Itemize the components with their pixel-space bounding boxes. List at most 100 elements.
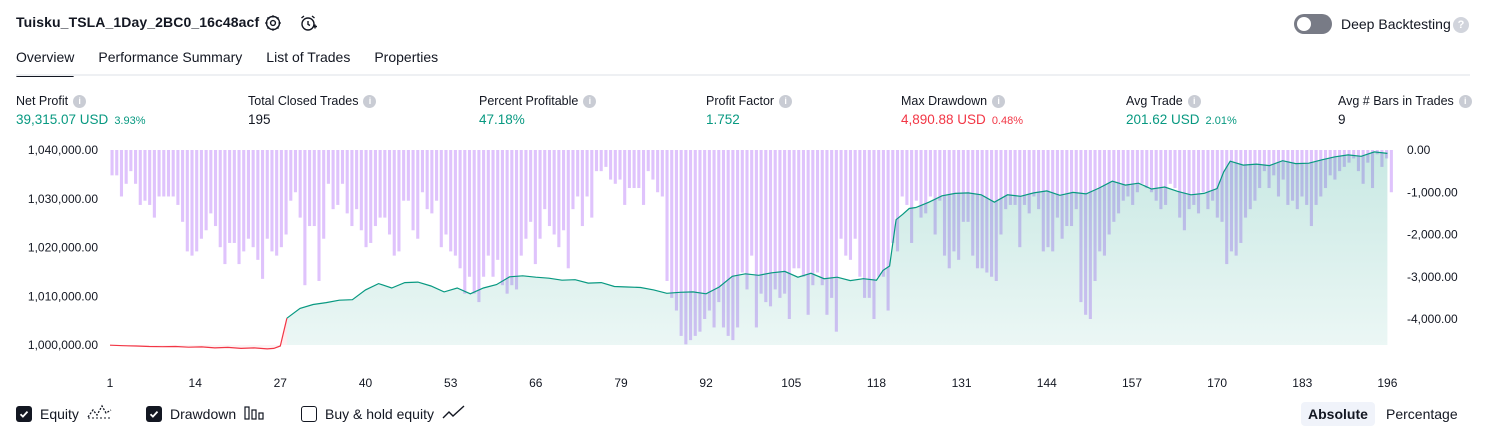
x-axis-tick-label: 183 [1292, 376, 1312, 390]
drawdown-bar [279, 150, 283, 248]
drawdown-bar [627, 150, 631, 189]
drawdown-bar [176, 150, 180, 205]
drawdown-bar [674, 150, 678, 311]
legend-buy-hold-equity[interactable]: Buy & hold equity [301, 404, 466, 423]
drawdown-bar [162, 150, 166, 197]
scale-absolute-button[interactable]: Absolute [1301, 402, 1375, 426]
drawdown-bar [848, 150, 853, 260]
x-axis-tick-label: 53 [444, 376, 458, 390]
drawdown-bar [914, 150, 918, 201]
metric-value: 9 [1338, 112, 1346, 127]
x-axis-tick-label: 118 [867, 376, 886, 390]
info-icon[interactable]: i [73, 94, 87, 108]
drawdown-bar [900, 150, 904, 197]
drawdown-bar [284, 150, 288, 235]
drawdown-bar [364, 150, 368, 248]
drawdown-bar [482, 150, 486, 277]
drawdown-bar [115, 150, 119, 176]
drawdown-bar [580, 150, 584, 227]
drawdown-bar [571, 150, 575, 210]
checkbox-checked-icon[interactable] [16, 405, 32, 422]
alarm-clock-plus-icon[interactable] [298, 13, 318, 33]
legend-equity[interactable]: Equity [16, 404, 113, 423]
deep-backtesting-toggle[interactable] [1294, 14, 1332, 34]
drawdown-bar [801, 150, 805, 277]
x-axis-tick-label: 1 [107, 376, 114, 390]
info-icon[interactable]: i [992, 94, 1006, 108]
metric-value: 39,315.07 USD [16, 112, 109, 127]
deep-backtesting-label: Deep Backtesting [1341, 16, 1451, 32]
drawdown-bar [1173, 150, 1177, 189]
drawdown-bar [792, 150, 796, 269]
metric-percent-profitable: Percent Profitable i 47.18% [479, 94, 597, 127]
drawdown-bar [1168, 150, 1172, 184]
tab-properties[interactable]: Properties [374, 49, 438, 75]
drawdown-bar [566, 150, 570, 269]
scale-percentage-button[interactable]: Percentage [1379, 402, 1465, 426]
gear-icon[interactable] [263, 13, 283, 33]
drawdown-bar [289, 150, 293, 201]
drawdown-bar [660, 150, 664, 197]
drawdown-bar [246, 150, 250, 239]
drawdown-bar [867, 150, 871, 298]
metric-net-profit: Net Profit i 39,315.07 USD 3.93% [16, 94, 146, 127]
drawdown-bar [340, 150, 345, 184]
metric-label: Percent Profitable [479, 94, 579, 108]
drawdown-bar [124, 150, 128, 184]
drawdown-bar [891, 150, 895, 243]
drawdown-bar [209, 150, 213, 214]
drawdown-bar [844, 150, 848, 256]
x-axis-tick-label: 170 [1207, 376, 1227, 390]
drawdown-bar [651, 150, 655, 180]
metric-value: 195 [248, 112, 271, 127]
x-axis-tick-label: 131 [952, 376, 972, 390]
drawdown-bar [157, 150, 161, 197]
help-icon[interactable]: ? [1453, 17, 1469, 33]
drawdown-bar [387, 150, 392, 235]
drawdown-bar [477, 150, 481, 303]
info-icon[interactable]: i [1187, 94, 1201, 108]
info-icon[interactable]: i [583, 94, 597, 108]
drawdown-bar [293, 150, 298, 193]
equity-drawdown-chart[interactable]: 1,040,000.00 1,030,000.00 1,020,000.00 1,01… [0, 138, 1486, 394]
x-axis: 1 14 27 40 53 66 79 92 105 118 131 144 157 170 183 196 [107, 376, 1398, 390]
drawdown-bar [251, 150, 255, 248]
drawdown-bar [820, 150, 824, 286]
info-icon[interactable]: i [1458, 94, 1472, 108]
drawdown-bar [265, 150, 269, 239]
drawdown-bar [750, 150, 754, 256]
tab-performance-summary[interactable]: Performance Summary [98, 49, 242, 75]
drawdown-bar [326, 150, 330, 184]
info-icon[interactable]: i [363, 94, 377, 108]
right-axis-tick-label: -1,000.00 [1407, 185, 1458, 199]
checkbox-checked-icon[interactable] [146, 405, 162, 422]
drawdown-bar [270, 150, 274, 252]
drawdown-bar [190, 150, 194, 256]
legend-drawdown[interactable]: Drawdown [146, 404, 266, 423]
drawdown-bar [811, 150, 815, 286]
metric-value: 47.18% [479, 112, 525, 127]
drawdown-bar [204, 150, 208, 231]
info-icon[interactable]: i [779, 94, 793, 108]
drawdown-bar [336, 150, 340, 205]
metric-label: Avg Trade [1126, 94, 1183, 108]
drawdown-bar [797, 150, 801, 269]
metric-max-drawdown: Max Drawdown i 4,890.88 USD 0.48% [901, 94, 1023, 127]
tab-list-of-trades[interactable]: List of Trades [266, 49, 350, 75]
drawdown-bar [195, 150, 199, 252]
metric-value: 1.752 [706, 112, 740, 127]
metric-avg-trade: Avg Trade i 201.62 USD 2.01% [1126, 94, 1237, 127]
drawdown-bar [458, 150, 462, 269]
drawdown-bar [397, 150, 401, 252]
drawdown-bar [430, 150, 434, 214]
checkbox-unchecked-icon[interactable] [301, 405, 317, 422]
drawdown-bar [148, 150, 152, 205]
left-axis-tick-label: 1,030,000.00 [28, 192, 98, 206]
drawdown-bar [637, 150, 641, 189]
tab-overview[interactable]: Overview [16, 49, 75, 77]
metric-label: Avg # Bars in Trades [1338, 94, 1454, 108]
drawdown-bar [877, 150, 881, 277]
drawdown-bar [759, 150, 763, 294]
drawdown-bar [275, 150, 279, 256]
tab-bar: Overview Performance Summary List of Tra… [16, 49, 462, 77]
